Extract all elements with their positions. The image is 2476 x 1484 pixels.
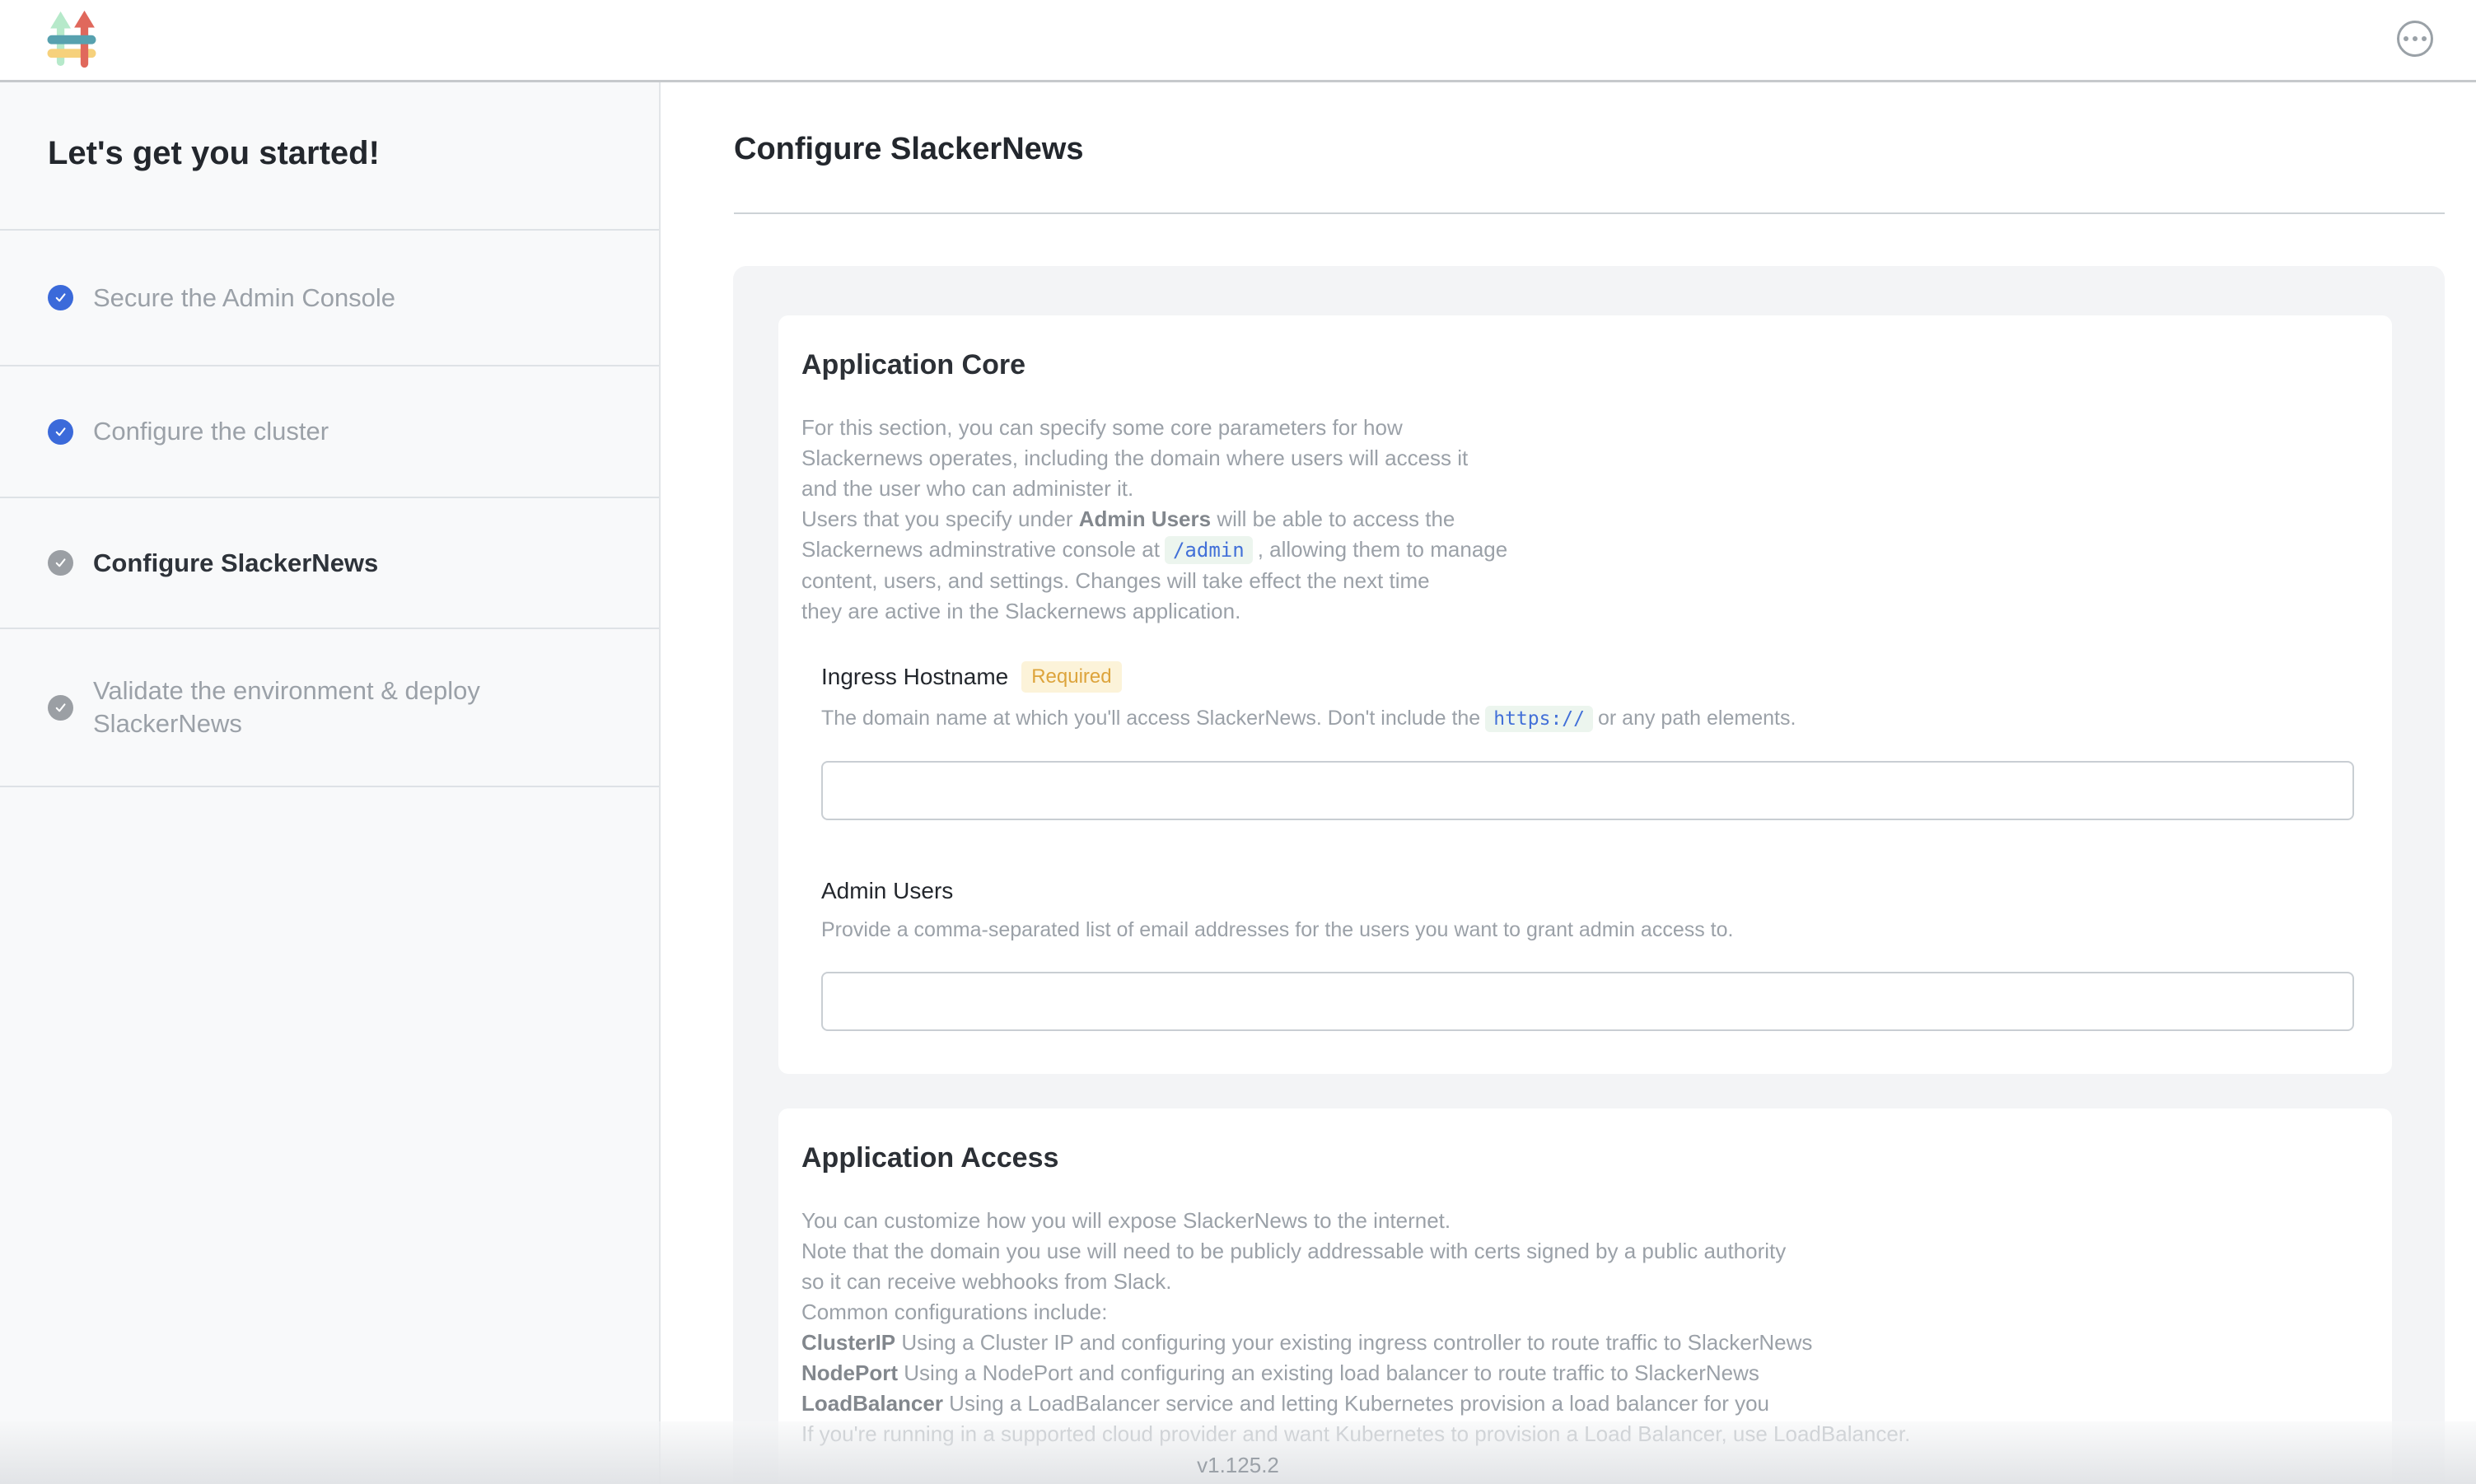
sidebar-heading: Let's get you started! (0, 82, 659, 231)
card-description: For this section, you can specify some c… (801, 413, 2354, 627)
text-segment: You can customize how you will expose Sl… (801, 1208, 1451, 1233)
check-circle-icon (48, 550, 73, 576)
check-circle-icon (48, 285, 73, 310)
field-label-row: Ingress Hostname Required (821, 661, 2354, 693)
step-label: Secure the Admin Console (93, 282, 395, 315)
inline-code: /admin (1165, 536, 1253, 564)
card-title: Application Access (801, 1141, 2354, 1174)
overflow-menu-button[interactable] (2397, 21, 2433, 57)
top-navbar (0, 0, 2476, 82)
divider (734, 212, 2445, 214)
sidebar-step-secure-admin-console[interactable]: Secure the Admin Console (0, 231, 659, 366)
text-segment: The domain name at which you'll access S… (821, 707, 1480, 730)
field-help: Provide a comma-separated list of email … (821, 916, 2354, 944)
card-title: Application Core (801, 348, 2354, 381)
ellipsis-icon (2404, 36, 2427, 41)
field-help: The domain name at which you'll access S… (821, 704, 2354, 733)
text-segment: Admin Users (1079, 506, 1211, 531)
text-segment: they are active in the Slackernews appli… (801, 599, 1240, 623)
footer: v1.125.2 (0, 1421, 2476, 1484)
sidebar-step-configure-slackernews[interactable]: Configure SlackerNews (0, 498, 659, 629)
step-label: Configure the cluster (93, 415, 329, 448)
card-description: You can customize how you will expose Sl… (801, 1206, 2354, 1449)
sidebar-step-validate-deploy[interactable]: Validate the environment & deploy Slacke… (0, 629, 659, 787)
field-label: Admin Users (821, 878, 953, 904)
application-core-card: Application Core For this section, you c… (778, 315, 2392, 1074)
inline-code: https:// (1485, 706, 1593, 732)
text-segment: Slackernews adminstrative console at (801, 537, 1160, 562)
slackernews-logo (46, 10, 97, 71)
text-segment: ClusterIP (801, 1330, 895, 1355)
config-panel: Application Core For this section, you c… (733, 266, 2445, 1484)
admin-users-input[interactable] (821, 972, 2354, 1031)
admin-users-field: Admin Users Provide a comma-separated li… (821, 878, 2354, 1031)
text-segment: content, users, and settings. Changes wi… (801, 568, 1430, 593)
step-label: Configure SlackerNews (93, 547, 378, 580)
step-label: Validate the environment & deploy Slacke… (93, 674, 611, 740)
field-label-row: Admin Users (821, 878, 2354, 904)
setup-steps-sidebar: Let's get you started! Secure the Admin … (0, 82, 661, 1484)
page-title: Configure SlackerNews (734, 132, 1083, 167)
text-segment: Using a NodePort and configuring an exis… (898, 1360, 1759, 1385)
text-segment: or any path elements. (1598, 707, 1796, 730)
check-circle-icon (48, 695, 73, 721)
required-badge: Required (1021, 661, 1121, 693)
field-label: Ingress Hostname (821, 664, 1008, 690)
version-label: v1.125.2 (1197, 1453, 1279, 1478)
main-content: Configure SlackerNews Application Core F… (661, 82, 2476, 1484)
text-segment: Using a Cluster IP and configuring your … (895, 1330, 1812, 1355)
text-segment: LoadBalancer (801, 1391, 943, 1416)
text-segment: Common configurations include: (801, 1300, 1107, 1324)
text-segment: , allowing them to manage (1258, 537, 1508, 562)
ingress-hostname-field: Ingress Hostname Required The domain nam… (821, 661, 2354, 820)
ingress-hostname-input[interactable] (821, 761, 2354, 820)
text-segment: Note that the domain you use will need t… (801, 1239, 1786, 1263)
sidebar-step-configure-cluster[interactable]: Configure the cluster (0, 366, 659, 498)
text-segment: Users that you specify under (801, 506, 1079, 531)
text-segment: so it can receive webhooks from Slack. (801, 1269, 1171, 1294)
text-segment: For this section, you can specify some c… (801, 415, 1403, 440)
text-segment: Using a LoadBalancer service and letting… (943, 1391, 1769, 1416)
text-segment: NodePort (801, 1360, 898, 1385)
check-circle-icon (48, 419, 73, 445)
text-segment: and the user who can administer it. (801, 476, 1133, 501)
text-segment: will be able to access the (1211, 506, 1455, 531)
text-segment: Slackernews operates, including the doma… (801, 446, 1468, 470)
